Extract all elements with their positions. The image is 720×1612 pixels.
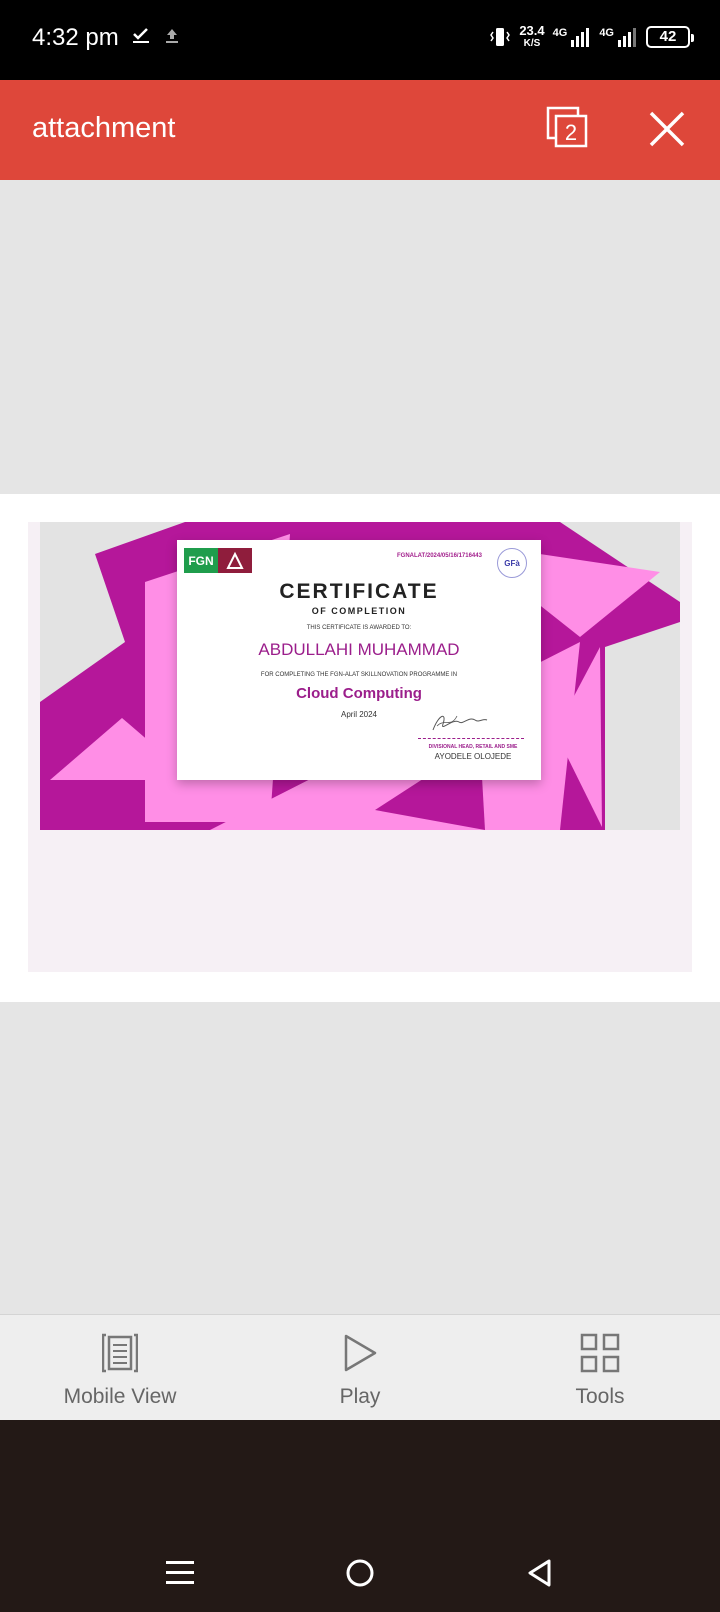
- awarded-text: THIS CERTIFICATE IS AWARDED TO:: [306, 625, 412, 631]
- status-notification-icons: [132, 26, 180, 44]
- home-button[interactable]: [335, 1548, 385, 1598]
- sim2-tech: 4G: [599, 26, 614, 39]
- page-count-button[interactable]: 2: [546, 106, 590, 150]
- upload-icon: [166, 29, 178, 43]
- certificate-reference: FGNALAT/2024/05/16/1716443: [397, 553, 482, 559]
- fgn-logo-text: FGN: [184, 548, 218, 573]
- mobile-view-button[interactable]: Mobile View: [20, 1315, 220, 1421]
- system-nav-bar: [0, 1420, 720, 1612]
- sim1-signal: 4G: [553, 27, 592, 47]
- certificate-title: CERTIFICATE: [279, 580, 439, 603]
- menu-icon: [166, 1561, 194, 1584]
- play-button[interactable]: Play: [260, 1315, 460, 1421]
- play-icon: [344, 1334, 377, 1372]
- battery-icon: 42: [646, 25, 694, 48]
- home-icon: [346, 1559, 374, 1587]
- status-right: 23.4 K/S 4G 4G 42: [489, 24, 694, 49]
- sim2-signal: 4G: [599, 27, 638, 47]
- document-content: FGN FGNALAT/2024/05/16/1716443 GFà CERTI…: [28, 522, 692, 972]
- network-speed-value: 23.4: [519, 23, 545, 38]
- page-count: 2: [565, 120, 577, 145]
- status-time: 4:32 pm: [32, 24, 119, 51]
- signer-name: AYODELE OLOJEDE: [434, 752, 512, 761]
- certificate-subtitle: OF COMPLETION: [311, 606, 407, 616]
- menu-button[interactable]: [155, 1548, 205, 1598]
- mobile-view-label: Mobile View: [63, 1385, 177, 1408]
- app-bar: attachment: [0, 80, 720, 180]
- page-title: attachment: [32, 112, 176, 144]
- tools-button[interactable]: Tools: [500, 1315, 700, 1421]
- certificate-card: FGN FGNALAT/2024/05/16/1716443 GFà CERTI…: [177, 540, 541, 780]
- fgn-alat-logo: FGN: [184, 548, 252, 573]
- mobile-view-icon: [102, 1333, 138, 1373]
- back-icon: [528, 1559, 551, 1587]
- recipient-name: ABDULLAHI MUHAMMAD: [258, 640, 460, 659]
- sim1-tech: 4G: [552, 26, 568, 39]
- network-speed: 23.4 K/S: [519, 24, 544, 49]
- bottom-toolbar: Mobile View Play Tools: [0, 1314, 720, 1420]
- signer-role: DIVISIONAL HEAD, RETAIL AND SME: [428, 744, 518, 750]
- course-name: Cloud Computing: [296, 685, 422, 702]
- back-button[interactable]: [515, 1548, 565, 1598]
- signature-image: [432, 715, 488, 731]
- close-icon[interactable]: [648, 110, 686, 148]
- document-page[interactable]: FGN FGNALAT/2024/05/16/1716443 GFà CERTI…: [0, 494, 720, 1002]
- play-label: Play: [339, 1385, 381, 1408]
- tools-grid-icon: [580, 1333, 620, 1373]
- alat-logo-mark: [218, 548, 252, 573]
- download-done-icon: [133, 28, 149, 43]
- battery-level: 42: [659, 28, 677, 45]
- vibrate-icon: [490, 27, 511, 46]
- signal-bars-icon: [618, 27, 636, 47]
- gf-badge-logo: GFà: [497, 548, 527, 578]
- tools-label: Tools: [575, 1385, 625, 1408]
- network-speed-unit: K/S: [523, 38, 541, 49]
- programme-text: FOR COMPLETING THE FGN-ALAT SKILLNOVATIO…: [260, 672, 458, 678]
- signal-bars-icon: [571, 27, 590, 47]
- certificate-image: FGN FGNALAT/2024/05/16/1716443 GFà CERTI…: [40, 522, 680, 830]
- status-bar: 4:32 pm 23.4 K/S 4G 4G 42: [0, 0, 720, 80]
- signature-line: [418, 738, 524, 739]
